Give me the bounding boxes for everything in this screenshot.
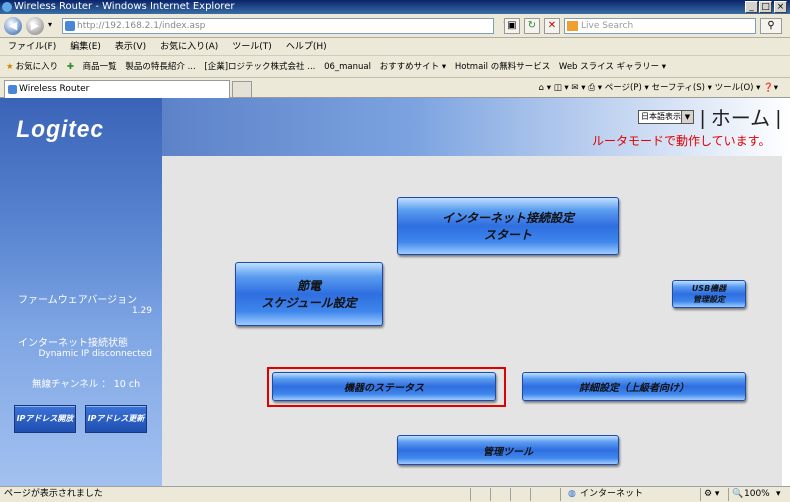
status-divider [490,488,491,501]
router-mode-text: ルータモードで動作しています。 [592,134,771,148]
usb-line1: USB機器 [691,284,727,293]
minimize-button[interactable]: _ [745,1,758,13]
stop-icon[interactable]: ✕ [544,18,560,34]
schedule-setup-button[interactable]: 節電 スケジュール設定 [235,262,383,326]
command-bar: ⌂ ▾ ◫ ▾ ✉ ▾ ⎙ ▾ ページ(P) ▾ セーフティ(S) ▾ ツール(… [539,80,778,96]
favorite-link[interactable]: Web スライス ギャラリー ▾ [559,56,666,77]
menu-help[interactable]: ヘルプ(H) [286,42,327,52]
logitec-logo: Logitec [16,116,105,143]
advanced-settings-button[interactable]: 詳細設定（上級者向け） [522,372,746,401]
schedule-line1: 節電 [296,279,321,293]
address-toolbar: ◀ ▶ ▾ http://192.168.2.1/index.asp ▾ ▣ ↻… [0,14,790,38]
favorite-link[interactable]: Hotmail の無料サービス [455,56,550,77]
status-divider [470,488,471,501]
admin-tools-button[interactable]: 管理ツール [397,435,619,465]
safety-menu[interactable]: セーフティ(S) ▾ [651,83,711,93]
favorite-link[interactable]: 06_manual [324,56,371,77]
menu-tools[interactable]: ツール(T) [232,42,272,52]
connection-status-value: Dynamic IP disconnected [38,349,152,359]
internet-setup-line2: スタート [483,228,532,242]
status-divider [530,488,531,501]
favorites-star-icon: ★ [6,62,14,72]
window-title: Wireless Router - Windows Internet Explo… [14,1,235,12]
zoom-dropdown-icon[interactable]: ▾ [776,487,781,502]
language-select-value: 日本語表示 [641,112,681,121]
internet-setup-line1: インターネット接続設定 [441,211,574,225]
status-divider [728,488,729,501]
menu-favorites[interactable]: お気に入り(A) [160,42,218,52]
status-text: ページが表示されました [4,489,103,499]
usb-line2: 管理設定 [693,295,725,304]
close-button[interactable]: × [774,1,787,13]
refresh-icon[interactable]: ↻ [524,18,540,34]
back-button[interactable]: ◀ [4,17,22,35]
ie-logo-icon [2,2,12,12]
add-favorite-icon[interactable]: ✚ [67,56,74,77]
compat-view-icon[interactable]: ▣ [504,18,520,34]
print-icon[interactable]: ⎙ ▾ [588,83,602,93]
feeds-icon[interactable]: ◫ ▾ [554,83,569,93]
highlight-box [267,367,506,407]
maximize-button[interactable]: □ [759,1,772,13]
status-bar: ページが表示されました ◍ インターネット ⚙ ▾ 🔍 100% ▾ [0,486,790,502]
schedule-line2: スケジュール設定 [261,296,357,310]
firmware-label: ファームウェアバージョン [18,295,138,306]
tools-menu[interactable]: ツール(O) ▾ [715,83,761,93]
window-titlebar: Wireless Router - Windows Internet Explo… [0,0,790,14]
favorites-button[interactable]: お気に入り [16,56,59,77]
address-url: http://192.168.2.1/index.asp [77,21,206,31]
search-icon[interactable]: ⚲ [760,18,782,34]
menu-bar: ファイル(F) 編集(E) 表示(V) お気に入り(A) ツール(T) ヘルプ(H) [0,38,790,56]
main-panel: インターネット接続設定 スタート 節電 スケジュール設定 USB機器 管理設定 … [162,156,782,486]
favorite-link[interactable]: 商品一覧 [83,56,117,77]
home-icon[interactable]: ⌂ ▾ [539,83,551,93]
favorite-link[interactable]: 製品の特長紹介 ... [125,56,195,77]
zone-text: インターネット [580,489,644,499]
search-input[interactable]: Live Search [564,18,756,34]
internet-setup-button[interactable]: インターネット接続設定 スタート [397,197,619,255]
menu-file[interactable]: ファイル(F) [8,42,56,52]
live-search-icon [567,21,578,31]
forward-button[interactable]: ▶ [26,17,44,35]
zoom-icon[interactable]: 🔍 [732,487,743,502]
page-icon [65,21,75,31]
tab-bar: Wireless Router ⌂ ▾ ◫ ▾ ✉ ▾ ⎙ ▾ ページ(P) ▾… [0,78,790,98]
protected-mode-icon[interactable]: ⚙ ▾ [704,487,719,502]
status-divider [510,488,511,501]
new-tab-button[interactable] [232,81,252,97]
help-icon[interactable]: ❓▾ [763,83,778,93]
language-select[interactable]: 日本語表示 ▼ [638,110,694,124]
zoom-level[interactable]: 100% [744,487,770,502]
tab-title: Wireless Router [19,84,90,94]
sidebar: Logitec ファームウェアバージョン 1.29 インターネット接続状態 Dy… [0,98,162,486]
ip-release-button[interactable]: IPアドレス開放 [14,405,76,433]
history-dropdown-icon[interactable]: ▾ [48,20,52,29]
page-content: Logitec ファームウェアバージョン 1.29 インターネット接続状態 Dy… [0,98,790,486]
ip-renew-button[interactable]: IPアドレス更新 [85,405,147,433]
globe-icon: ◍ [568,489,576,499]
search-placeholder: Live Search [581,21,634,31]
firmware-value: 1.29 [131,306,152,316]
address-input[interactable]: http://192.168.2.1/index.asp [62,18,494,34]
tab-wireless-router[interactable]: Wireless Router [4,80,230,98]
favorite-link[interactable]: おすすめサイト ▾ [380,56,446,77]
usb-settings-button[interactable]: USB機器 管理設定 [672,280,746,308]
chevron-down-icon: ▼ [681,111,693,123]
status-divider [700,488,701,501]
home-link[interactable]: | ホーム | [700,102,781,131]
wireless-channel: 無線チャンネル ： 10 ch [32,379,141,390]
favorites-bar: ★ お気に入り ✚ 商品一覧 製品の特長紹介 ... [企業]ロジテック株式会社 … [0,56,790,78]
favorite-link[interactable]: [企業]ロジテック株式会社 ... [204,56,315,77]
status-divider [560,488,561,501]
menu-edit[interactable]: 編集(E) [70,42,101,52]
mail-icon[interactable]: ✉ ▾ [571,83,585,93]
menu-view[interactable]: 表示(V) [115,42,146,52]
page-menu[interactable]: ページ(P) ▾ [605,83,649,93]
connection-status-label: インターネット接続状態 [18,338,128,349]
page-icon [8,85,17,94]
